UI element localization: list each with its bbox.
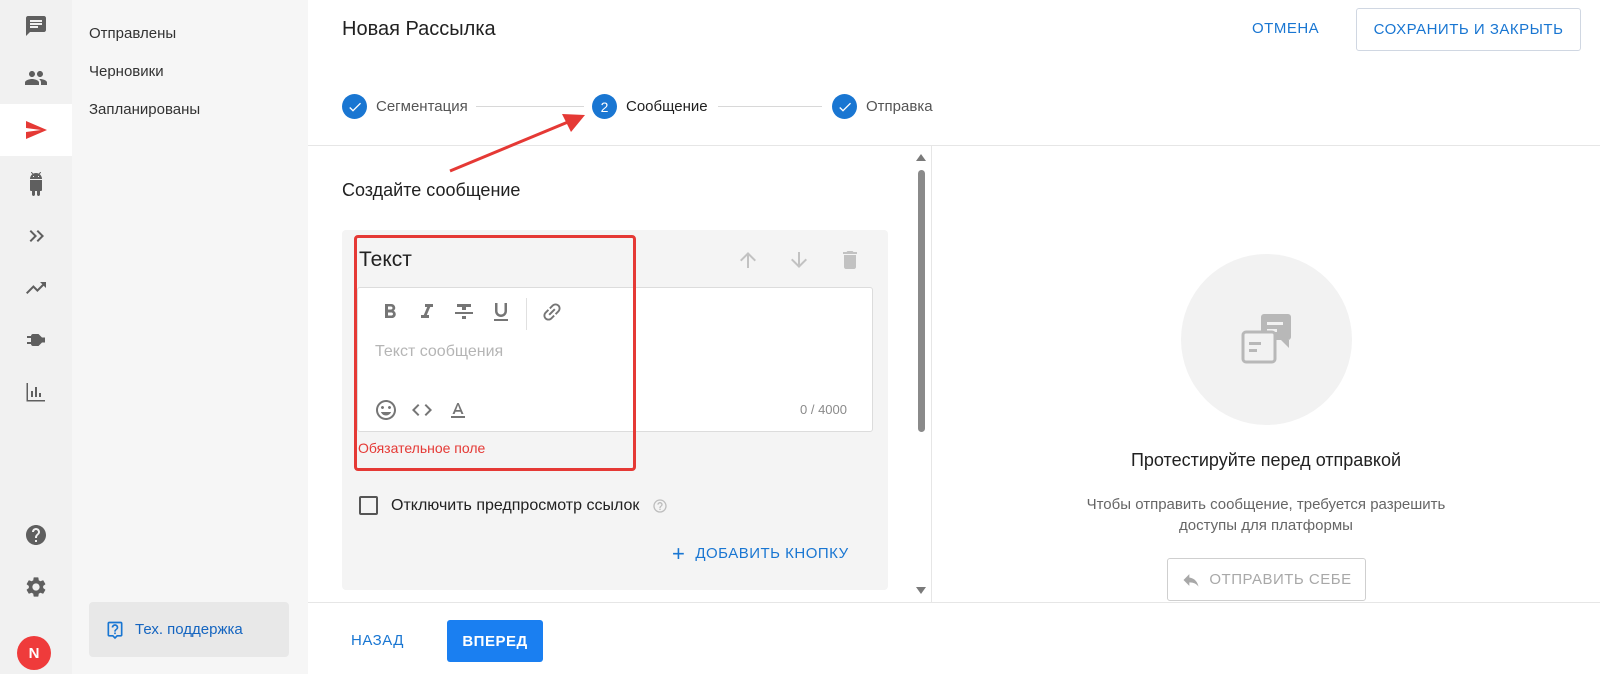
section-title: Создайте сообщение <box>342 180 521 200</box>
underline-icon[interactable] <box>489 300 513 324</box>
text-color-icon[interactable] <box>446 398 470 422</box>
reply-icon <box>1181 570 1209 590</box>
italic-icon[interactable] <box>415 300 439 324</box>
send-to-self-button[interactable]: ОТПРАВИТЬ СЕБЕ <box>1167 558 1366 601</box>
subnav-item-drafts[interactable]: Черновики <box>89 63 164 80</box>
disable-link-preview-checkbox[interactable] <box>359 496 378 515</box>
disable-link-preview-row: Отключить предпросмотр ссылок <box>359 496 668 515</box>
trash-icon[interactable] <box>838 248 862 272</box>
step-connector <box>476 106 584 107</box>
scroll-down-arrow[interactable] <box>916 587 926 594</box>
subnav-item-sent[interactable]: Отправлены <box>89 25 176 42</box>
arrow-up-icon[interactable] <box>736 248 760 272</box>
test-panel-title: Протестируйте перед отправкой <box>1130 450 1402 470</box>
step-label: Сообщение <box>626 98 708 115</box>
bar-chart-icon <box>24 380 48 404</box>
scrollbar-thumb[interactable] <box>918 170 925 432</box>
link-icon[interactable] <box>540 300 564 324</box>
scroll-up-arrow[interactable] <box>916 154 926 161</box>
step-segmentation[interactable]: Сегментация <box>342 94 468 119</box>
help-circle-icon[interactable] <box>652 498 668 514</box>
page-title: Новая Рассылка <box>342 18 496 40</box>
plus-icon: + <box>672 541 686 566</box>
bold-icon[interactable] <box>378 300 402 324</box>
rail-item-flows[interactable] <box>0 210 72 262</box>
double-chevron-icon <box>24 224 48 248</box>
disable-link-preview-label: Отключить предпросмотр ссылок <box>391 496 640 514</box>
add-button-label: ДОБАВИТЬ КНОПКУ <box>695 545 849 562</box>
step-label: Отправка <box>866 98 933 115</box>
step-connector <box>718 106 822 107</box>
icon-rail: N <box>0 0 72 674</box>
broadcast-subnav: Отправлены Черновики Запланированы Тех. … <box>72 0 308 674</box>
step-sending[interactable]: Отправка <box>832 94 933 119</box>
footer-divider <box>308 602 1600 603</box>
step-label: Сегментация <box>376 98 468 115</box>
rail-item-contacts[interactable] <box>0 52 72 104</box>
text-block-title: Текст <box>359 248 412 271</box>
rail-item-analytics[interactable] <box>0 262 72 314</box>
help-icon <box>24 523 48 547</box>
send-to-self-label: ОТПРАВИТЬ СЕБЕ <box>1209 571 1352 588</box>
support-icon <box>105 620 135 640</box>
plug-icon <box>24 328 48 352</box>
cancel-button[interactable]: ОТМЕНА <box>1252 20 1319 37</box>
step-number: 2 <box>592 94 617 119</box>
user-avatar[interactable]: N <box>17 636 51 670</box>
rail-item-integrations[interactable] <box>0 314 72 366</box>
rail-item-help[interactable] <box>0 509 72 561</box>
check-icon <box>832 94 857 119</box>
add-button-button[interactable]: + ДОБАВИТЬ КНОПКУ <box>672 541 849 566</box>
required-field-error: Обязательное поле <box>358 440 486 456</box>
rail-item-settings[interactable] <box>0 561 72 613</box>
test-panel-description: Чтобы отправить сообщение, требуется раз… <box>1086 496 1446 534</box>
bot-icon <box>24 172 48 196</box>
send-icon <box>24 118 48 142</box>
rail-item-chats[interactable] <box>0 0 72 52</box>
chat-bubbles-illustration <box>1181 254 1352 425</box>
rail-item-bots[interactable] <box>0 158 72 210</box>
arrow-down-icon[interactable] <box>787 248 811 272</box>
char-counter: 0 / 4000 <box>800 402 847 417</box>
step-message[interactable]: 2 Сообщение <box>592 94 708 119</box>
chat-icon <box>24 14 48 38</box>
save-and-close-button[interactable]: СОХРАНИТЬ И ЗАКРЫТЬ <box>1356 8 1581 51</box>
code-icon[interactable] <box>410 398 434 422</box>
support-label: Тех. поддержка <box>135 621 243 638</box>
rail-item-broadcasts[interactable] <box>0 104 72 156</box>
back-button[interactable]: НАЗАД <box>351 632 404 649</box>
block-tools <box>736 248 889 272</box>
people-icon <box>24 66 48 90</box>
strikethrough-icon[interactable] <box>452 300 476 324</box>
trending-icon <box>24 276 48 300</box>
rail-item-reports[interactable] <box>0 366 72 418</box>
subnav-item-scheduled[interactable]: Запланированы <box>89 101 200 118</box>
support-button[interactable]: Тех. поддержка <box>89 602 289 657</box>
emoji-icon[interactable] <box>374 398 398 422</box>
gear-icon <box>24 575 48 599</box>
next-button[interactable]: ВПЕРЕД <box>447 620 543 662</box>
panel-divider <box>931 145 932 602</box>
toolbar-separator <box>526 298 527 330</box>
header-divider <box>308 145 1600 146</box>
message-text-input[interactable] <box>375 340 855 364</box>
check-icon <box>342 94 367 119</box>
